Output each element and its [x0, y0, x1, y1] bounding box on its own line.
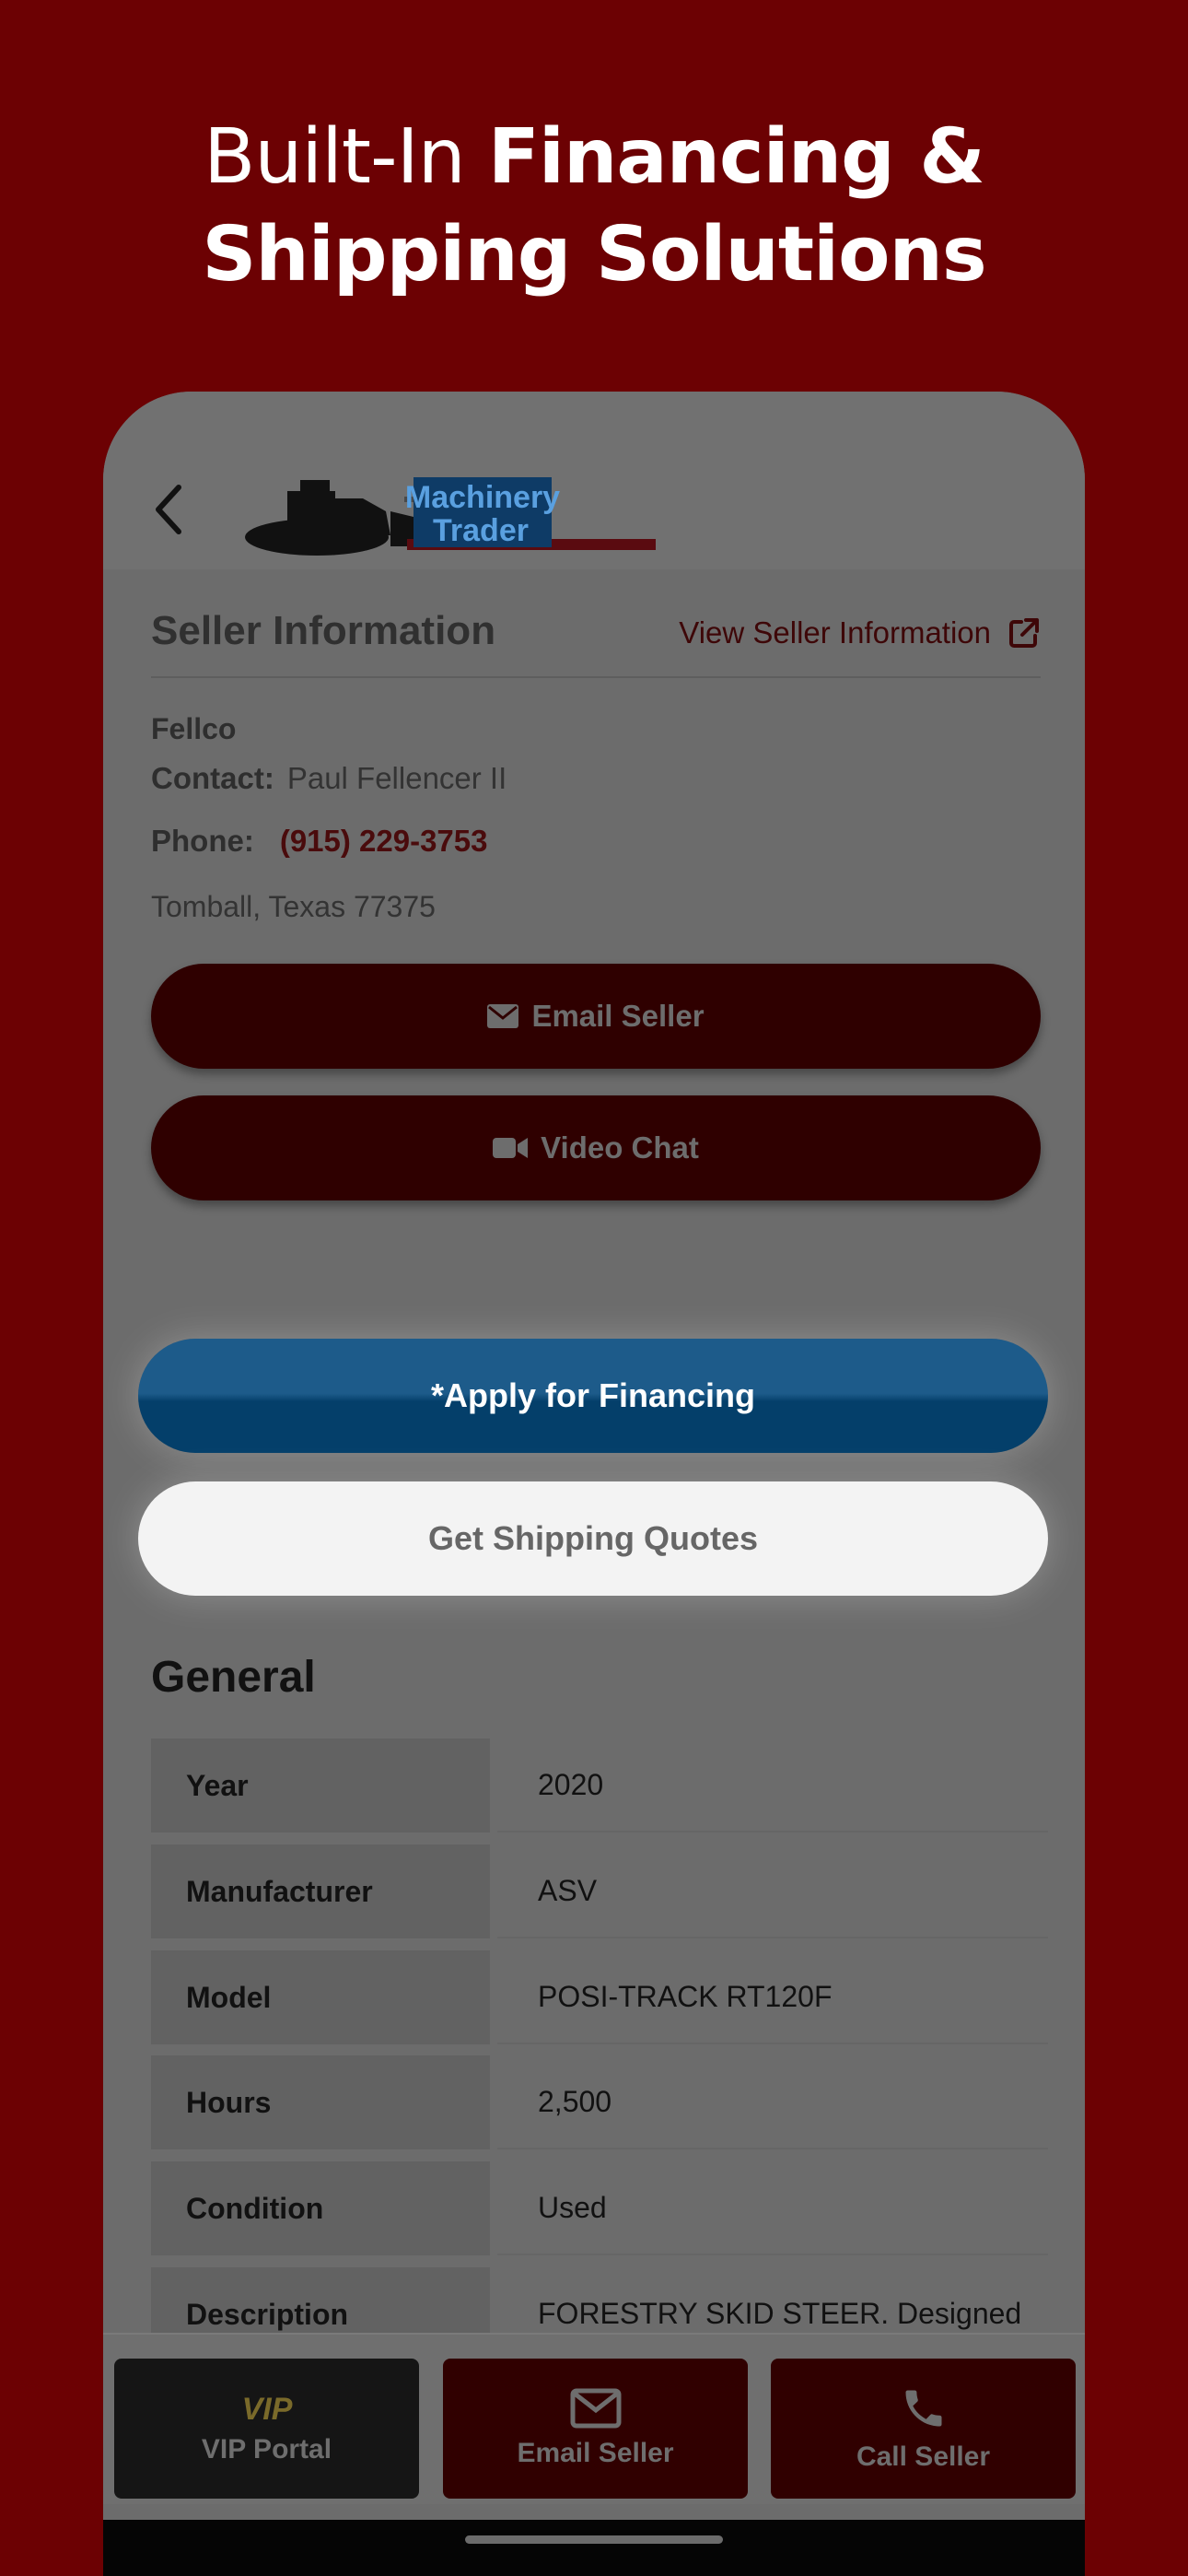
seller-location: Tomball, Texas 77375 [151, 890, 436, 923]
section-divider [151, 676, 1041, 678]
spec-value: 2020 [497, 1739, 1048, 1832]
video-chat-button[interactable]: Video Chat [151, 1095, 1041, 1200]
back-arrow-icon[interactable] [151, 482, 188, 537]
phone-number-link[interactable]: (915) 229-3753 [280, 824, 488, 858]
contact-row: Contact: Paul Fellencer II [151, 761, 507, 796]
spec-value: 2,500 [497, 2055, 1048, 2149]
vip-portal-label: VIP Portal [201, 2434, 332, 2465]
video-chat-label: Video Chat [541, 1130, 699, 1165]
headline-bold-1: Financing & [487, 113, 985, 201]
video-camera-icon [493, 1138, 529, 1158]
contact-label: Contact: [151, 761, 274, 795]
envelope-icon [487, 1004, 519, 1028]
mail-icon [570, 2388, 621, 2429]
home-indicator[interactable] [465, 2535, 723, 2544]
machinery-trader-logo[interactable]: Machinery Trader [243, 463, 658, 556]
vip-badge-text: VIP [241, 2392, 292, 2425]
spec-value: Used [497, 2161, 1048, 2255]
spec-key: Manufacturer [151, 1844, 490, 1938]
spec-key: Model [151, 1950, 490, 2044]
apply-financing-button[interactable]: *Apply for Financing [138, 1339, 1048, 1453]
spec-value: POSI-TRACK RT120F [497, 1950, 1048, 2044]
seller-information-panel: Seller Information View Seller Informati… [103, 569, 1085, 1288]
email-seller-button[interactable]: Email Seller [151, 964, 1041, 1069]
phone-icon [905, 2390, 941, 2427]
seller-name: Fellco [151, 712, 237, 745]
app-header: Machinery Trader [103, 392, 1085, 569]
promo-headline: Built-In Financing & Shipping Solutions [0, 109, 1188, 304]
general-section-title: General [151, 1653, 316, 1702]
external-link-icon [1009, 618, 1039, 648]
shipping-quotes-button[interactable]: Get Shipping Quotes [138, 1481, 1048, 1596]
spec-row: Hours 2,500 [151, 2055, 1048, 2157]
view-seller-link-label: View Seller Information [679, 615, 991, 650]
headline-light: Built-In [204, 113, 488, 201]
email-seller-label: Email Seller [531, 999, 705, 1033]
spec-row: Model POSI-TRACK RT120F [151, 1950, 1048, 2052]
view-seller-information-link[interactable]: View Seller Information [679, 615, 1041, 650]
call-seller-tab-label: Call Seller [856, 2441, 991, 2472]
spec-key: Year [151, 1739, 490, 1832]
phone-row: Phone: (915) 229-3753 [151, 824, 488, 859]
spec-key: Condition [151, 2161, 490, 2255]
seller-section-title: Seller Information [151, 608, 496, 653]
headline-bold-2: Shipping Solutions [202, 211, 986, 299]
email-seller-tab-label: Email Seller [517, 2438, 674, 2468]
phone-label: Phone: [151, 824, 254, 858]
spec-row: Condition Used [151, 2161, 1048, 2263]
contact-value: Paul Fellencer II [286, 761, 507, 795]
call-seller-tab[interactable]: Call Seller [771, 2359, 1076, 2499]
spec-row: Year 2020 [151, 1739, 1048, 1840]
vip-badge-icon: VIP [241, 2392, 292, 2425]
email-seller-tab[interactable]: Email Seller [443, 2359, 748, 2499]
spec-key: Hours [151, 2055, 490, 2149]
phone-screen: Machinery Trader Seller Information View… [103, 392, 1085, 2576]
logo-text-2: Trader [433, 513, 529, 548]
spec-row: Manufacturer ASV [151, 1844, 1048, 1946]
spec-value: ASV [497, 1844, 1048, 1938]
home-indicator-area [103, 2520, 1085, 2576]
bottom-action-bar: VIP VIP Portal Email Seller Call Seller [103, 2333, 1085, 2504]
logo-text-1: Machinery [405, 480, 560, 515]
vip-portal-button[interactable]: VIP VIP Portal [114, 2359, 419, 2499]
